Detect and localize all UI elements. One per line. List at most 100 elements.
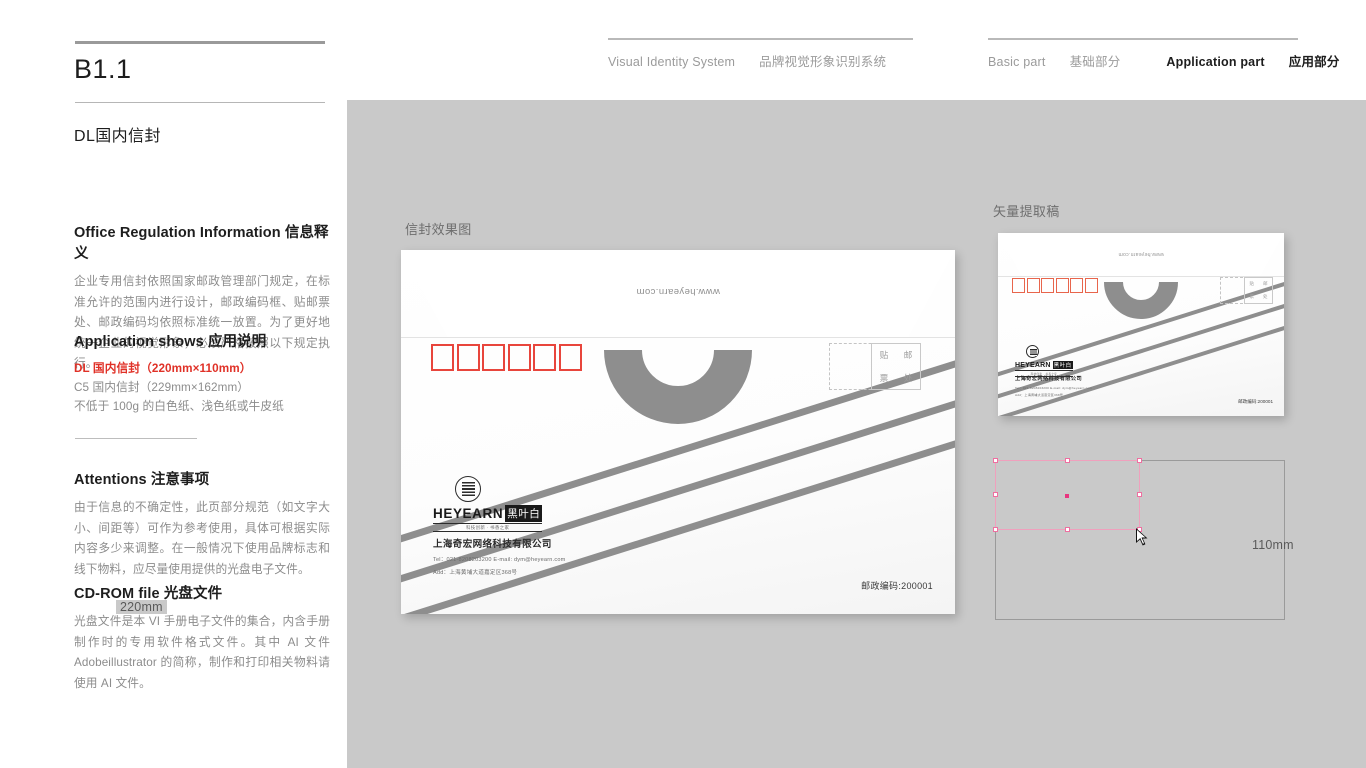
dimension-height-label: 110mm xyxy=(1252,538,1294,552)
postal-box xyxy=(533,344,556,371)
label-vector-extract: 矢量提取稿 xyxy=(993,204,1060,219)
page-code: B1.1 xyxy=(74,54,132,84)
stamp-label-grid: 贴 邮 票 处 xyxy=(1244,277,1273,304)
nav-application-part-en[interactable]: Application part xyxy=(1166,55,1264,69)
logo-text-cn: 黑叶白 xyxy=(1052,361,1073,369)
logo-tagline: 科技创新 · 书香之家 xyxy=(433,523,543,533)
section-application-shows: Application shows 应用说明 DL 国内信封（220mm×110… xyxy=(74,330,330,416)
stamp-char: 处 xyxy=(1263,293,1268,299)
logo-emblem-icon xyxy=(455,476,481,502)
dimension-width-label: 220mm xyxy=(116,600,167,614)
company-contact: Tel：021-8208203200 E-mail: dym@heyearn.c… xyxy=(433,557,566,563)
section-heading: CD-ROM file 光盘文件 xyxy=(74,582,330,603)
website-text: www.heyearn.com xyxy=(1118,251,1164,257)
company-name: 上海奇宏网络科技有限公司 xyxy=(433,539,552,550)
postal-code-boxes xyxy=(431,344,584,371)
spec-line-c5: C5 国内信封（229mm×162mm） xyxy=(74,381,250,394)
envelope-face: www.heyearn.com 贴 邮 票 处 HEYEARN 黑叶白 科技创新… xyxy=(998,233,1284,416)
selection-handle[interactable] xyxy=(1137,492,1142,497)
vi-manual-page: B1.1 DL国内信封 Office Regulation Informatio… xyxy=(0,0,1366,768)
company-address: Add：上海黄埔大道嘉定区368号 xyxy=(433,570,518,576)
section-heading-cn: 注意事项 xyxy=(150,472,210,488)
postal-box xyxy=(1055,278,1069,293)
divider-top xyxy=(75,41,325,44)
company-address-block: 上海奇宏网络科技有限公司 Tel：021-8208203200 E-mail: … xyxy=(1015,375,1092,397)
application-spec-list: DL 国内信封（220mm×110mm） C5 国内信封（229mm×162mm… xyxy=(74,359,330,416)
nav-application-part-cn[interactable]: 应用部分 xyxy=(1289,51,1340,70)
brand-logo: HEYEARN 黑叶白 科技创新 · 书香之家 xyxy=(1015,345,1073,378)
stamp-char: 票 xyxy=(879,372,889,383)
nav-group-parts: Basic part 基础部分 Application part 应用部分 xyxy=(988,38,1339,70)
postal-box xyxy=(456,344,480,371)
section-cdrom-file: CD-ROM file 光盘文件 光盘文件是本 VI 手册电子文件的集合，内含手… xyxy=(74,582,330,694)
spec-line-paper: 不低于 100g 的白色纸、浅色纸或牛皮纸 xyxy=(74,400,284,413)
nav-vis-identity-en[interactable]: Visual Identity System xyxy=(608,55,735,69)
nav-group-system: Visual Identity System 品牌视觉形象识别系统 xyxy=(608,38,913,70)
logo-wordmark: HEYEARN 黑叶白 xyxy=(1015,361,1073,369)
selection-handle[interactable] xyxy=(1065,527,1070,532)
brand-logo: HEYEARN 黑叶白 科技创新 · 书香之家 xyxy=(433,476,543,533)
postal-box xyxy=(1012,278,1025,293)
selection-handle[interactable] xyxy=(1065,458,1070,463)
postcode-text: 邮政编码:200001 xyxy=(1238,399,1273,404)
stamp-area: 贴 邮 票 处 xyxy=(829,343,921,390)
envelope-face: www.heyearn.com 贴 邮 票 处 HEYEARN 黑叶白 科技创新… xyxy=(401,250,955,614)
section-heading: Application shows 应用说明 xyxy=(74,330,330,351)
company-address: Add：上海黄埔大道嘉定区368号 xyxy=(1015,393,1064,397)
section-body: 光盘文件是本 VI 手册电子文件的集合，内含手册制作时的专用软件格式文件。其中 … xyxy=(74,615,330,690)
nav-vis-identity-cn[interactable]: 品牌视觉形象识别系统 xyxy=(759,51,886,70)
spec-line-dl: DL 国内信封（220mm×110mm） xyxy=(74,362,252,375)
nav-basic-part-cn[interactable]: 基础部分 xyxy=(1070,51,1121,70)
section-heading-en: Office Regulation Information xyxy=(74,225,281,241)
postal-code-boxes xyxy=(1012,278,1099,293)
stamp-char: 邮 xyxy=(1263,281,1268,287)
section-heading-en: Attentions xyxy=(74,472,147,488)
selection-handle[interactable] xyxy=(993,492,998,497)
stamp-char: 贴 xyxy=(879,350,889,361)
selection-center-point xyxy=(1065,494,1069,498)
nav-basic-part-en[interactable]: Basic part xyxy=(988,55,1046,69)
section-heading-cn: 光盘文件 xyxy=(163,586,223,602)
postal-box xyxy=(1070,278,1083,293)
selection-handle[interactable] xyxy=(993,458,998,463)
selection-rectangle[interactable] xyxy=(993,458,1142,532)
postcode-text: 邮政编码:200001 xyxy=(861,581,933,591)
stamp-char: 处 xyxy=(903,372,913,383)
section-heading-en: Application shows xyxy=(74,334,204,350)
sidebar: B1.1 DL国内信封 Office Regulation Informatio… xyxy=(0,0,347,768)
section-heading: Attentions 注意事项 xyxy=(74,468,330,489)
postal-box xyxy=(1084,278,1098,293)
website-text: www.heyearn.com xyxy=(636,286,720,297)
section-attentions: Attentions 注意事项 由于信息的不确定性，此页部分规范（如文字大小、间… xyxy=(74,468,330,580)
mouse-cursor-icon xyxy=(1136,528,1148,546)
stamp-char: 贴 xyxy=(1249,281,1255,287)
section-heading: Office Regulation Information 信息释义 xyxy=(74,221,330,263)
company-address-block: 上海奇宏网络科技有限公司 Tel：021-8208203200 E-mail: … xyxy=(433,536,566,576)
postal-box xyxy=(1041,278,1054,293)
company-name: 上海奇宏网络科技有限公司 xyxy=(1015,376,1083,382)
dimension-diagram xyxy=(993,458,1285,620)
postal-box xyxy=(482,344,505,371)
page-title: DL国内信封 xyxy=(74,128,161,145)
label-envelope-mockup: 信封效果图 xyxy=(405,222,472,237)
divider-middle xyxy=(75,102,325,103)
envelope-mockup: www.heyearn.com 贴 邮 票 处 HEYEARN 黑叶白 科技创新… xyxy=(401,250,955,614)
stamp-area: 贴 邮 票 处 xyxy=(1220,277,1273,304)
postal-box xyxy=(1026,278,1040,293)
section-body: 由于信息的不确定性，此页部分规范（如文字大小、间距等）可作为参考使用，具体可根据… xyxy=(74,501,330,576)
section-heading-cn: 应用说明 xyxy=(207,334,267,350)
logo-text-en: HEYEARN xyxy=(433,506,504,521)
nav-divider xyxy=(608,38,913,40)
divider-lower xyxy=(75,438,197,439)
stamp-label-grid: 贴 邮 票 处 xyxy=(871,343,921,390)
logo-emblem-icon xyxy=(1026,345,1039,358)
logo-text-en: HEYEARN xyxy=(1015,361,1051,369)
postal-box xyxy=(558,344,582,371)
selection-handle[interactable] xyxy=(1137,458,1142,463)
company-contact: Tel：021-8208203200 E-mail: dym@heyearn.c… xyxy=(1015,385,1093,390)
selection-handle[interactable] xyxy=(993,527,998,532)
stamp-char: 邮 xyxy=(903,350,913,361)
nav-divider xyxy=(988,38,1298,40)
stamp-char: 票 xyxy=(1249,293,1255,299)
flap-fold-line xyxy=(401,337,955,338)
